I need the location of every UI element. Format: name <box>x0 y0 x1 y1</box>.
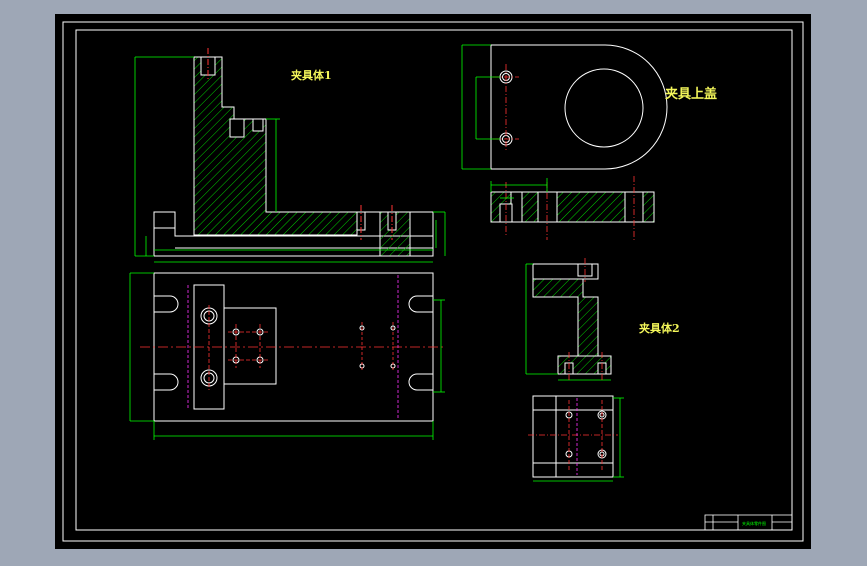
label-body1: 夹具体1 <box>291 68 332 82</box>
drawing-canvas: 夹具体1 夹具上盖 夹具体2 夹具体零件图 <box>55 14 811 549</box>
title-block-name: 夹具体零件图 <box>742 520 766 526</box>
label-cover: 夹具上盖 <box>665 86 717 102</box>
cad-workspace: 夹具体1 夹具上盖 夹具体2 夹具体零件图 <box>0 0 867 562</box>
label-body2: 夹具体2 <box>639 321 680 335</box>
